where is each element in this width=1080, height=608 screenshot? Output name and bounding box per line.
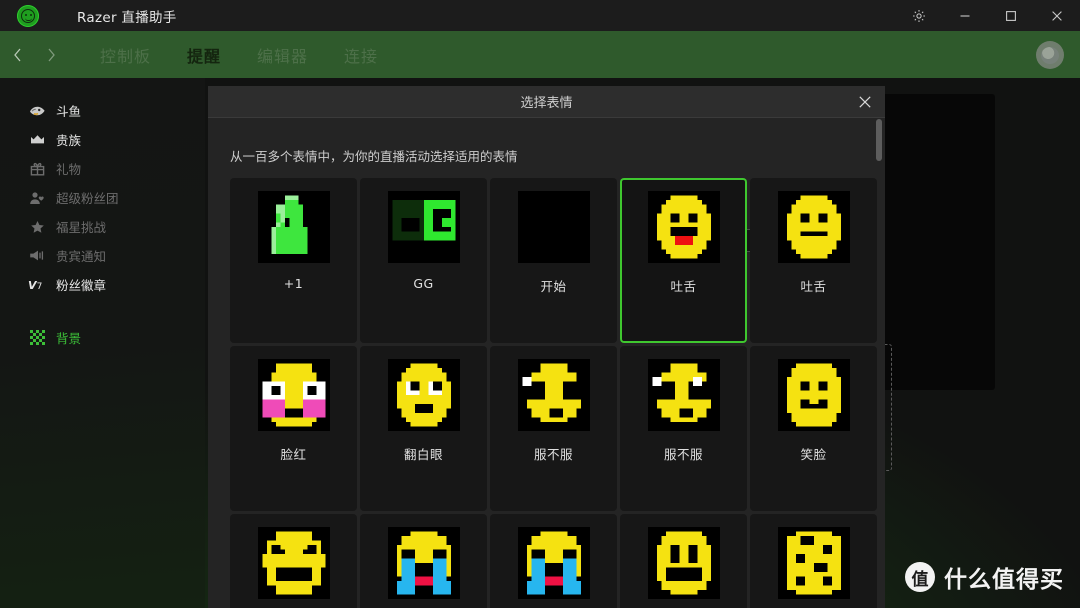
emoji-picker-dialog: 选择表情 从一百多个表情中，为你的直播活动选择适用的表情 搜索 (208, 86, 885, 608)
emoji-art-gg (387, 191, 460, 263)
razer-face-logo-icon (17, 4, 39, 27)
app-window: Razer 直播助手 控制板 提醒 编辑器 连接 斗鱼 贵族 礼物 超级粉丝团 … (0, 0, 1080, 608)
dialog-subtitle: 从一百多个表情中，为你的直播活动选择适用的表情 (230, 149, 518, 164)
emoji-cell[interactable]: 服不服 (620, 346, 747, 511)
chevron-left-icon[interactable] (0, 31, 34, 78)
sidebar-item-label: 背景 (56, 331, 82, 346)
emoji-cell[interactable]: +1 (230, 178, 357, 343)
emoji-label: 服不服 (663, 447, 703, 462)
chevron-right-icon[interactable] (34, 31, 68, 78)
tab-connections[interactable]: 连接 (326, 31, 396, 78)
emoji-cell[interactable]: GG (360, 178, 487, 343)
sidebar-item-vip-notice[interactable]: 贵宾通知 (0, 241, 205, 270)
close-icon[interactable] (1034, 0, 1080, 31)
user-avatar[interactable] (1036, 40, 1064, 69)
sidebar-item-label: 粉丝徽章 (56, 278, 107, 293)
emoji-art-cry-a (387, 527, 460, 599)
sidebar-item-lucky-challenge[interactable]: 福星挑战 (0, 212, 205, 241)
emoji-cell[interactable] (230, 514, 357, 608)
emoji-cell[interactable]: 笑脸 (750, 346, 877, 511)
emoji-cell[interactable]: 脸红 (230, 346, 357, 511)
watermark-text: 什么值得买 (944, 567, 1064, 593)
tab-editor[interactable]: 编辑器 (239, 31, 326, 78)
checker-icon (28, 330, 46, 346)
close-icon[interactable] (853, 90, 877, 114)
tab-alerts[interactable]: 提醒 (169, 31, 239, 78)
smzdm-logo-icon: 值 (905, 562, 935, 592)
emoji-art-eyeroll (387, 359, 460, 431)
emoji-label: 开始 (540, 279, 567, 294)
douyu-fish-icon (28, 103, 46, 119)
scrollbar-thumb[interactable] (876, 119, 882, 161)
sidebar-item-gifts[interactable]: 礼物 (0, 154, 205, 183)
emoji-cell[interactable] (360, 514, 487, 608)
megaphone-icon (28, 248, 46, 264)
nav-bar: 控制板 提醒 编辑器 连接 (0, 31, 1080, 78)
star-icon (28, 219, 46, 235)
emoji-art-smug-b (647, 359, 720, 431)
minimize-icon[interactable] (942, 0, 988, 31)
emoji-art-laugh (257, 527, 330, 599)
sidebar-item-label: 超级粉丝团 (56, 191, 119, 206)
emoji-label: 翻白眼 (403, 447, 443, 462)
dialog-title: 选择表情 (520, 96, 573, 111)
sidebar-item-fan-badge[interactable]: V 7 粉丝徽章 (0, 270, 205, 299)
emoji-grid: +1 GG 开始 吐舌 吐舌 脸红 翻白眼 服不服 服不服 笑脸 (230, 178, 877, 608)
settings-gear-icon[interactable] (896, 0, 942, 31)
dialog-header: 选择表情 (208, 86, 885, 118)
emoji-label: +1 (283, 276, 304, 291)
emoji-label: 吐舌 (800, 279, 827, 294)
emoji-cell[interactable] (620, 514, 747, 608)
tab-control-panel[interactable]: 控制板 (82, 31, 169, 78)
gift-icon (28, 161, 46, 177)
sidebar: 斗鱼 贵族 礼物 超级粉丝团 福星挑战 贵宾通知 V 7 粉丝徽章 背景 (0, 78, 205, 608)
sidebar-item-label: 福星挑战 (56, 220, 107, 235)
crown-icon (28, 132, 46, 148)
app-title: Razer 直播助手 (77, 9, 177, 26)
emoji-cell[interactable]: 翻白眼 (360, 346, 487, 511)
watermark: 值 什么值得买 (905, 560, 1064, 594)
sidebar-item-label: 礼物 (56, 162, 82, 177)
emoji-label: 脸红 (280, 447, 307, 462)
emoji-art-blush (257, 359, 330, 431)
super-fans-icon (28, 190, 46, 206)
emoji-cell[interactable]: 服不服 (490, 346, 617, 511)
window-controls (896, 0, 1080, 31)
sidebar-item-super-fans[interactable]: 超级粉丝团 (0, 183, 205, 212)
emoji-cell-selected[interactable]: 吐舌 (620, 178, 747, 343)
emoji-art-grin (647, 527, 720, 599)
maximize-icon[interactable] (988, 0, 1034, 31)
emoji-label: GG (413, 276, 434, 291)
emoji-art-tongue-flat (777, 191, 850, 263)
emoji-label: 吐舌 (670, 279, 697, 294)
emoji-art-blank (517, 191, 590, 263)
emoji-art-cry-b (517, 527, 590, 599)
svg-text:7: 7 (37, 282, 43, 291)
sidebar-item-douyu[interactable]: 斗鱼 (0, 96, 205, 125)
emoji-art-tongue-open (647, 191, 720, 263)
emoji-art-smile (777, 359, 850, 431)
sidebar-item-label: 贵族 (56, 133, 82, 148)
sidebar-item-background[interactable]: 背景 (0, 323, 205, 352)
emoji-art-smug-a (517, 359, 590, 431)
sidebar-item-nobility[interactable]: 贵族 (0, 125, 205, 154)
sidebar-item-label: 贵宾通知 (56, 249, 107, 264)
sidebar-item-label: 斗鱼 (56, 104, 82, 119)
badge-v7-icon: V 7 (28, 277, 46, 293)
emoji-cell[interactable]: 吐舌 (750, 178, 877, 343)
emoji-cell[interactable] (490, 514, 617, 608)
emoji-art-dots (777, 527, 850, 599)
emoji-cell[interactable] (750, 514, 877, 608)
emoji-art-plus-one (257, 191, 330, 263)
emoji-cell[interactable]: 开始 (490, 178, 617, 343)
title-bar: Razer 直播助手 (0, 0, 1080, 31)
emoji-label: 笑脸 (800, 447, 827, 462)
emoji-label: 服不服 (533, 447, 573, 462)
